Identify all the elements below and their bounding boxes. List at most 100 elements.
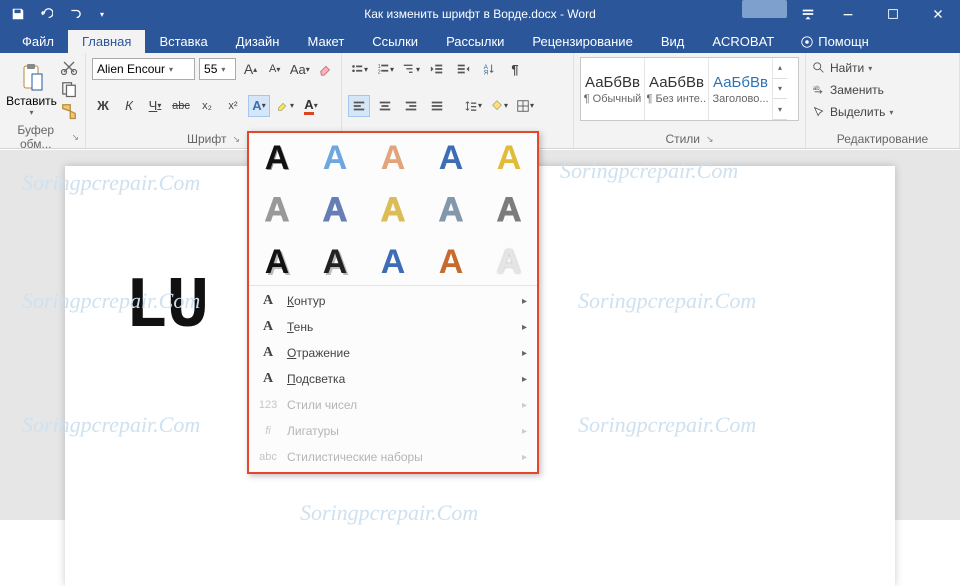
tell-me[interactable]: Помощн [800, 30, 869, 53]
text-effects-popup: AAAAAAAAAAAAAAA AКонтур▸AТень▸AОтражение… [247, 131, 539, 474]
text-effects-button[interactable]: A▾ [248, 95, 270, 117]
text-effect-preset[interactable]: A [439, 193, 464, 227]
tab-design[interactable]: Дизайн [222, 30, 294, 53]
tab-insert[interactable]: Вставка [145, 30, 221, 53]
copy-icon[interactable] [59, 79, 79, 99]
dialog-launcher-icon[interactable]: ↘ [232, 134, 240, 145]
text-effect-preset[interactable]: A [265, 193, 290, 227]
text-effect-preset[interactable]: A [265, 141, 290, 175]
maximize-button[interactable] [870, 0, 915, 28]
text-effect-menu-item[interactable]: AТень▸ [249, 314, 537, 340]
submenu-arrow-icon: ▸ [522, 400, 527, 411]
tab-layout[interactable]: Макет [293, 30, 358, 53]
qat-more-icon[interactable]: ▾ [92, 4, 112, 24]
style-item[interactable]: АаБбВвЗаголово... [709, 58, 773, 120]
menu-label: Отражение [287, 346, 350, 360]
text-effect-preset[interactable]: A [497, 141, 522, 175]
text-effect-menu-item: 123Стили чисел▸ [249, 392, 537, 418]
bold-button[interactable]: Ж [92, 95, 114, 117]
underline-button[interactable]: Ч▾ [144, 95, 166, 117]
tab-acrobat[interactable]: ACROBAT [698, 30, 788, 53]
font-color-button[interactable]: A▾ [300, 95, 322, 117]
borders-button[interactable]: ▾ [514, 95, 536, 117]
text-effect-preset[interactable]: A [381, 141, 406, 175]
numbering-button[interactable]: 12▾ [374, 58, 396, 80]
submenu-arrow-icon: ▸ [522, 322, 527, 333]
tab-review[interactable]: Рецензирование [518, 30, 646, 53]
format-painter-icon[interactable] [59, 101, 79, 121]
ribbon-options-icon[interactable] [791, 0, 825, 28]
text-effect-menu-item[interactable]: AКонтур▸ [249, 288, 537, 314]
align-center-button[interactable] [374, 95, 396, 117]
select-button[interactable]: Выделить▾ [812, 101, 953, 123]
text-effect-preset[interactable]: A [497, 193, 522, 227]
align-right-button[interactable] [400, 95, 422, 117]
text-effect-preset[interactable]: A [323, 141, 348, 175]
font-size-combo[interactable]: 55▾ [199, 58, 236, 80]
cut-icon[interactable] [59, 57, 79, 77]
strikethrough-button[interactable]: abc [170, 95, 192, 117]
menu-glyph-icon: 123 [259, 399, 277, 411]
find-button[interactable]: Найти▾ [812, 57, 953, 79]
shading-button[interactable]: ▾ [488, 95, 510, 117]
undo-icon[interactable] [36, 4, 56, 24]
justify-button[interactable] [426, 95, 448, 117]
menu-label: Контур [287, 294, 325, 308]
styles-more[interactable]: ▴▾▾ [773, 58, 787, 120]
close-button[interactable] [915, 0, 960, 28]
style-item[interactable]: АаБбВв¶ Без инте... [645, 58, 709, 120]
text-effect-preset[interactable]: A [381, 245, 406, 279]
change-case-button[interactable]: Aa▾ [289, 58, 311, 80]
line-spacing-button[interactable]: ▾ [462, 95, 484, 117]
font-name-combo[interactable]: Alien Encour▾ [92, 58, 195, 80]
replace-button[interactable]: abЗаменить [812, 79, 953, 101]
decrease-indent-button[interactable] [426, 58, 448, 80]
group-editing: Найти▾ abЗаменить Выделить▾ Редактирован… [806, 53, 960, 148]
text-effect-menu-item[interactable]: AОтражение▸ [249, 340, 537, 366]
text-effect-preset[interactable]: A [265, 245, 290, 279]
account-placeholder[interactable] [742, 0, 787, 18]
tab-file[interactable]: Файл [8, 30, 68, 53]
tab-home[interactable]: Главная [68, 30, 145, 53]
align-left-button[interactable] [348, 95, 370, 117]
title-bar: ▾ Как изменить шрифт в Ворде.docx - Word [0, 0, 960, 28]
text-effect-preset[interactable]: A [381, 193, 406, 227]
show-marks-button[interactable]: ¶ [504, 58, 526, 80]
sort-button[interactable]: AЯ [478, 58, 500, 80]
bullets-button[interactable]: ▾ [348, 58, 370, 80]
group-styles: АаБбВв¶ Обычный АаБбВв¶ Без инте... АаБб… [574, 53, 806, 148]
document-text: LU [125, 266, 207, 348]
clear-formatting-button[interactable] [315, 58, 335, 80]
text-effect-preset[interactable]: A [323, 245, 348, 279]
redo-icon[interactable] [64, 4, 84, 24]
window-title: Как изменить шрифт в Ворде.docx - Word [364, 7, 596, 21]
superscript-button[interactable]: x² [222, 95, 244, 117]
italic-button[interactable]: К [118, 95, 140, 117]
text-effect-preset[interactable]: A [497, 245, 522, 279]
text-effect-preset[interactable]: A [323, 193, 348, 227]
increase-indent-button[interactable] [452, 58, 474, 80]
highlight-button[interactable]: ▾ [274, 95, 296, 117]
menu-label: Стилистические наборы [287, 450, 423, 464]
minimize-button[interactable] [825, 0, 870, 28]
multilevel-list-button[interactable]: ▾ [400, 58, 422, 80]
shrink-font-button[interactable]: A▾ [265, 58, 285, 80]
svg-text:Я: Я [484, 69, 488, 76]
tab-view[interactable]: Вид [647, 30, 699, 53]
styles-gallery[interactable]: АаБбВв¶ Обычный АаБбВв¶ Без инте... АаБб… [580, 57, 799, 121]
subscript-button[interactable]: x₂ [196, 95, 218, 117]
menu-glyph-icon: abc [259, 451, 277, 463]
style-item[interactable]: АаБбВв¶ Обычный [581, 58, 645, 120]
tab-references[interactable]: Ссылки [358, 30, 432, 53]
paste-button[interactable]: Вставить ▾ [6, 57, 57, 121]
save-icon[interactable] [8, 4, 28, 24]
text-effect-menu-item: abcСтилистические наборы▸ [249, 444, 537, 470]
text-effect-preset[interactable]: A [439, 141, 464, 175]
dialog-launcher-icon[interactable]: ↘ [71, 132, 79, 143]
menu-glyph-icon: A [259, 371, 277, 387]
dialog-launcher-icon[interactable]: ↘ [706, 134, 714, 145]
text-effect-preset[interactable]: A [439, 245, 464, 279]
grow-font-button[interactable]: A▴ [240, 58, 260, 80]
tab-mailings[interactable]: Рассылки [432, 30, 518, 53]
text-effect-menu-item[interactable]: AПодсветка▸ [249, 366, 537, 392]
